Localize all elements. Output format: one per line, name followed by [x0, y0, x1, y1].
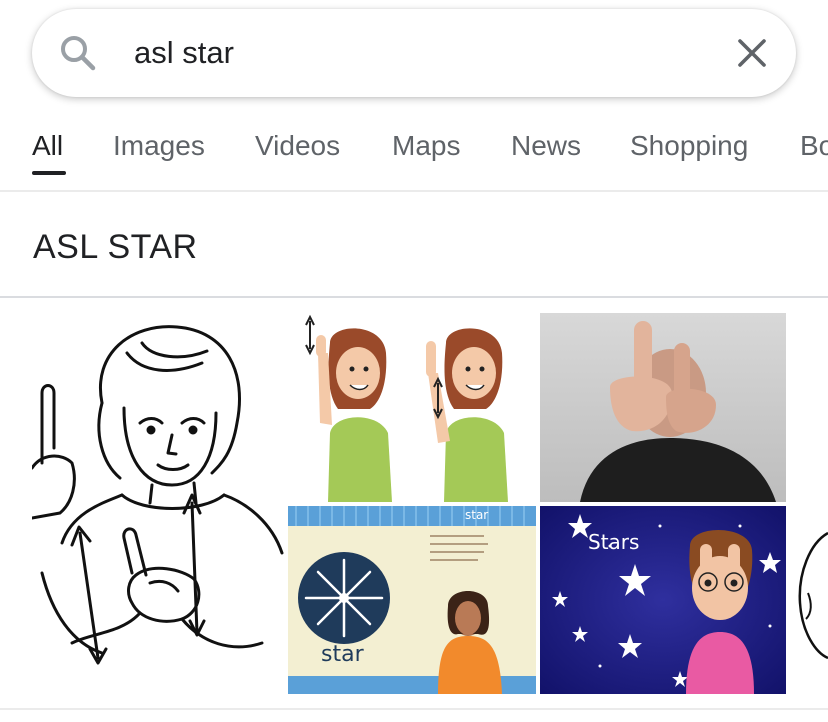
image-result-partial[interactable]: [790, 313, 828, 694]
image-result-stars-cartoon[interactable]: Stars: [540, 506, 786, 694]
tab-maps[interactable]: Maps: [392, 130, 460, 162]
tab-books[interactable]: Bo: [800, 130, 828, 162]
image-result-star-flashcard[interactable]: star star: [288, 506, 536, 694]
search-input[interactable]: [134, 29, 694, 77]
title-divider: [0, 296, 828, 298]
bottom-divider: [0, 708, 828, 710]
close-icon[interactable]: [734, 35, 770, 71]
search-bar[interactable]: [32, 9, 796, 97]
tab-images[interactable]: Images: [113, 130, 205, 162]
stars-caption: Stars: [588, 530, 640, 554]
google-search-page: All Images Videos Maps News Shopping Bo …: [0, 0, 828, 722]
image-results-grid: star star Stars: [32, 313, 828, 694]
image-result-cartoon-woman[interactable]: [288, 313, 536, 502]
results-title: ASL STAR: [33, 228, 198, 266]
image-result-sketch[interactable]: [32, 313, 284, 694]
flashcard-word: star: [321, 642, 364, 667]
tab-shopping[interactable]: Shopping: [630, 130, 748, 162]
active-tab-indicator: [32, 171, 66, 175]
tab-all[interactable]: All: [32, 130, 63, 162]
tabs-divider: [0, 190, 828, 192]
tab-news[interactable]: News: [511, 130, 581, 162]
search-tabs: All Images Videos Maps News Shopping Bo: [0, 120, 828, 180]
tab-videos[interactable]: Videos: [255, 130, 340, 162]
search-icon[interactable]: [58, 33, 98, 73]
image-result-man-signing[interactable]: [540, 313, 786, 502]
flashcard-header-text: star: [465, 508, 489, 522]
